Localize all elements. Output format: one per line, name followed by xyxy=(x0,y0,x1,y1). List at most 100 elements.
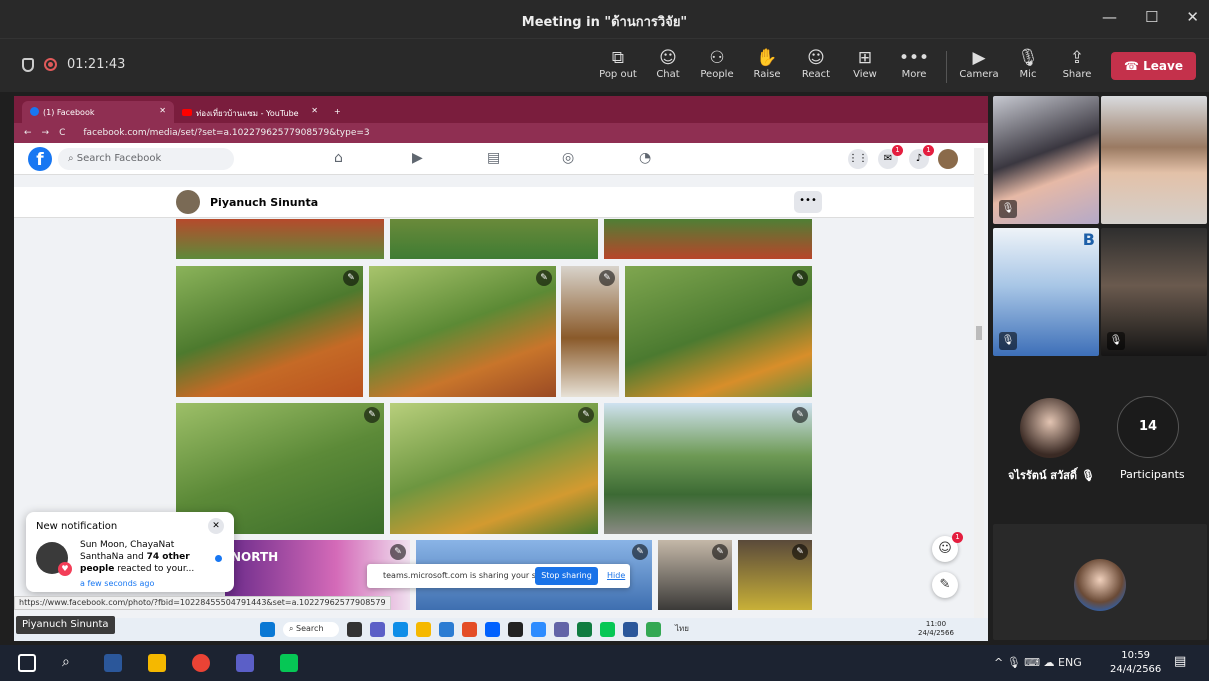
photo[interactable]: ✎ xyxy=(369,266,556,397)
messenger-icon[interactable]: ✉ 1 xyxy=(878,145,903,169)
zoom-icon[interactable] xyxy=(531,622,546,637)
url-text[interactable]: facebook.com/media/set/?set=a.1022796257… xyxy=(83,128,369,138)
teams-icon[interactable] xyxy=(370,622,385,637)
notification-toast[interactable]: New notification ✕ ♥ Sun Moon, ChayaNat … xyxy=(26,512,234,592)
dropbox-icon[interactable] xyxy=(485,622,500,637)
taskbar-search[interactable]: ⌕ Search xyxy=(283,622,339,637)
groups-icon[interactable]: ◎ xyxy=(562,150,574,166)
participant-avatar[interactable] xyxy=(1020,398,1080,458)
photo[interactable]: ✎ xyxy=(390,403,598,534)
self-view-tile[interactable] xyxy=(993,524,1207,640)
line-icon[interactable] xyxy=(600,622,615,637)
more-button[interactable]: ••• More xyxy=(890,47,938,80)
scrollbar-thumb[interactable] xyxy=(976,326,982,340)
reload-icon[interactable]: C xyxy=(59,128,65,138)
compose-message-icon[interactable]: ✎ xyxy=(932,572,958,598)
pop-out-button[interactable]: ⧉ Pop out xyxy=(594,47,642,80)
teams-icon[interactable] xyxy=(554,622,569,637)
word-icon[interactable] xyxy=(104,654,122,672)
address-bar[interactable]: ← → C facebook.com/media/set/?set=a.1022… xyxy=(14,123,988,143)
photo[interactable] xyxy=(390,219,598,259)
mail-icon[interactable] xyxy=(439,622,454,637)
mic-button[interactable]: 🎙 Mic xyxy=(1004,47,1052,80)
notification-center-icon[interactable]: ▤ xyxy=(1174,654,1192,672)
chat-button[interactable]: ☺ Chat xyxy=(644,47,692,80)
notifications-icon[interactable]: ♪ 1 xyxy=(909,145,934,169)
file-explorer-icon[interactable] xyxy=(148,654,166,672)
tab-youtube[interactable]: ท่องเที่ยวบ้านแซม - YouTube ✕ xyxy=(174,101,326,123)
notion-icon[interactable] xyxy=(508,622,523,637)
raise-button[interactable]: ✋ Raise xyxy=(743,47,791,80)
close-tab-icon[interactable]: ✕ xyxy=(159,106,166,115)
people-button[interactable]: ⚇ People xyxy=(693,47,741,80)
menu-grid-icon[interactable]: ⋮⋮ xyxy=(848,149,868,169)
new-tab-button[interactable]: + xyxy=(326,101,356,123)
file-explorer-icon[interactable] xyxy=(416,622,431,637)
shared-screen[interactable]: (1) Facebook ✕ ท่องเที่ยวบ้านแซม - YouTub… xyxy=(14,96,988,641)
photo[interactable]: ✎ xyxy=(658,540,732,610)
user-name[interactable]: Piyanuch Sinunta xyxy=(210,196,318,209)
firefox-icon[interactable] xyxy=(462,622,477,637)
word-icon[interactable] xyxy=(623,622,638,637)
stop-sharing-button[interactable]: Stop sharing xyxy=(535,567,598,585)
home-icon[interactable]: ⌂ xyxy=(334,150,343,166)
participants-count-button[interactable]: 14 xyxy=(1117,396,1179,458)
leave-button[interactable]: ☎ Leave xyxy=(1111,52,1196,80)
facebook-logo[interactable]: f xyxy=(28,147,52,171)
photo[interactable]: ✎ xyxy=(561,266,619,397)
edit-icon[interactable]: ✎ xyxy=(792,407,808,423)
edit-icon[interactable]: ✎ xyxy=(343,270,359,286)
edit-icon[interactable]: ✎ xyxy=(364,407,380,423)
profile-avatar[interactable] xyxy=(938,149,958,169)
edit-icon[interactable]: ✎ xyxy=(792,544,808,560)
page-scrollbar[interactable] xyxy=(974,148,984,618)
participant-video-tile[interactable] xyxy=(1101,96,1207,224)
close-tab-icon[interactable]: ✕ xyxy=(311,106,318,115)
participant-video-tile[interactable]: 🎙 xyxy=(1101,228,1207,356)
avatar[interactable] xyxy=(176,190,200,214)
view-button[interactable]: ⊞ View xyxy=(841,47,889,80)
taskview-icon[interactable] xyxy=(347,622,362,637)
maximize-button[interactable]: ☐ xyxy=(1145,8,1158,26)
forward-icon[interactable]: → xyxy=(42,128,50,138)
windows-start-icon[interactable] xyxy=(18,654,36,672)
edit-icon[interactable]: ✎ xyxy=(578,407,594,423)
edit-icon[interactable]: ✎ xyxy=(792,270,808,286)
minimize-button[interactable]: — xyxy=(1102,8,1117,26)
close-button[interactable]: ✕ xyxy=(1186,8,1199,26)
gaming-icon[interactable]: ◔ xyxy=(639,150,651,166)
share-button[interactable]: ⇪ Share xyxy=(1053,47,1101,80)
search-icon[interactable]: ⌕ xyxy=(62,654,80,672)
participant-video-tile[interactable]: B 🎙 xyxy=(993,228,1099,356)
tab-facebook[interactable]: (1) Facebook ✕ xyxy=(22,101,174,123)
photo[interactable]: ✎ xyxy=(604,403,812,534)
chrome-icon[interactable] xyxy=(192,654,210,672)
edge-icon[interactable] xyxy=(393,622,408,637)
photo[interactable]: ✎ xyxy=(625,266,812,397)
marketplace-icon[interactable]: ▤ xyxy=(487,150,500,166)
taskbar-clock[interactable]: 10:59 24/4/2566 xyxy=(1110,649,1161,677)
close-icon[interactable]: ✕ xyxy=(208,518,224,534)
photo[interactable] xyxy=(176,219,384,259)
edit-icon[interactable]: ✎ xyxy=(536,270,552,286)
line-icon[interactable] xyxy=(280,654,298,672)
photo[interactable] xyxy=(604,219,812,259)
participant-video-tile[interactable]: 🎙 xyxy=(993,96,1099,224)
edit-icon[interactable]: ✎ xyxy=(599,270,615,286)
edit-icon[interactable]: ✎ xyxy=(632,544,648,560)
teams-icon[interactable] xyxy=(236,654,254,672)
start-icon[interactable] xyxy=(260,622,275,637)
facebook-search-input[interactable]: ⌕ Search Facebook xyxy=(58,148,234,170)
watch-icon[interactable]: ▶ xyxy=(412,150,423,166)
photo[interactable]: ✎ xyxy=(738,540,812,610)
excel-icon[interactable] xyxy=(577,622,592,637)
react-button[interactable]: ☺ React xyxy=(792,47,840,80)
friend-chat-avatar[interactable]: ☺ 1 xyxy=(932,532,963,562)
photo[interactable]: ✎ xyxy=(176,266,363,397)
hide-link[interactable]: Hide xyxy=(607,571,625,580)
back-icon[interactable]: ← xyxy=(24,128,32,138)
camera-button[interactable]: ▶ Camera xyxy=(955,47,1003,80)
chrome-icon[interactable] xyxy=(646,622,661,637)
edit-icon[interactable]: ✎ xyxy=(712,544,728,560)
more-options-button[interactable]: ••• xyxy=(794,191,822,213)
